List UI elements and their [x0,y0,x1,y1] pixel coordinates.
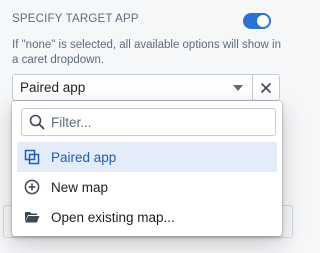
section-label: SPECIFY TARGET APP [12,13,139,25]
filter-field[interactable] [21,108,276,136]
toggle-knob [257,15,269,27]
menu-item-open-existing-map[interactable]: Open existing map... [17,202,277,232]
select-value: Paired app [20,80,86,95]
menu-item-label: Paired app [51,149,117,165]
plus-circle-icon [21,179,43,195]
menu-item-label: Open existing map... [51,209,175,225]
target-app-select[interactable]: Paired app [12,74,280,101]
dropdown-menu: Paired app New map Open existing map... [12,101,282,236]
search-icon [29,114,45,130]
menu-item-new-map[interactable]: New map [17,172,277,202]
clear-button[interactable] [252,75,279,100]
specify-target-toggle[interactable] [243,13,271,29]
help-text: If "none" is selected, all available opt… [12,39,281,66]
caret-down-icon[interactable] [224,75,252,100]
menu-item-label: New map [51,179,109,195]
folder-open-icon [21,209,43,225]
paired-app-icon [21,149,43,165]
close-icon [261,82,271,93]
menu-item-paired-app[interactable]: Paired app [17,142,277,172]
filter-input[interactable] [51,114,275,130]
